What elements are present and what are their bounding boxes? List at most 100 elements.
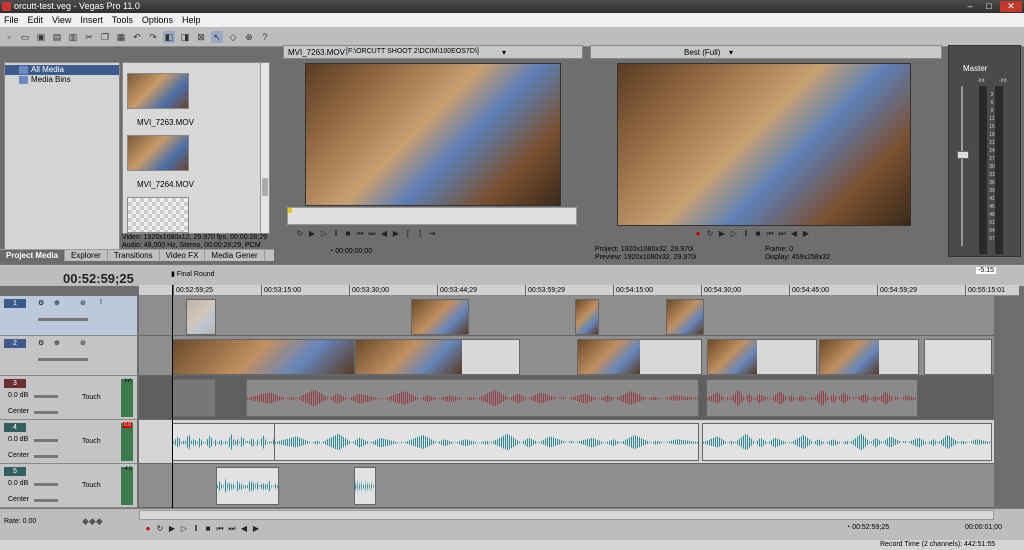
mark-in-icon[interactable]: [: [403, 229, 413, 239]
media-thumbnail[interactable]: [127, 73, 189, 109]
video-clip[interactable]: [666, 299, 704, 335]
video-clip[interactable]: [411, 299, 469, 335]
track-header-4[interactable]: 4 0.0 dB Center Touch 0.0: [0, 420, 137, 464]
menu-view[interactable]: View: [52, 13, 71, 27]
track-header-5[interactable]: 5 0.0 dB Center Touch -4.5: [0, 464, 137, 508]
menu-file[interactable]: File: [4, 13, 19, 27]
media-scrollbar[interactable]: [260, 63, 269, 233]
next-frame-icon[interactable]: ⏭: [367, 229, 377, 239]
tab-video-fx[interactable]: Video FX: [160, 250, 206, 261]
lock-envelopes-icon[interactable]: ⊠: [195, 31, 207, 43]
properties-icon[interactable]: ▤: [51, 31, 63, 43]
audio-clip[interactable]: [172, 423, 280, 461]
track-fx-icon[interactable]: ⚙: [38, 299, 44, 307]
prev-frame-icon[interactable]: ⏮: [355, 229, 365, 239]
track-lane-3[interactable]: [139, 376, 994, 420]
track-lane-4[interactable]: [139, 420, 994, 464]
play-from-start-icon[interactable]: ▶: [167, 524, 177, 534]
stop-icon[interactable]: ■: [343, 229, 353, 239]
audio-clip[interactable]: [354, 467, 376, 505]
prev-frame-icon[interactable]: ◀: [239, 524, 249, 534]
play-icon[interactable]: ▷: [179, 524, 189, 534]
playhead[interactable]: [172, 285, 173, 508]
redo-icon[interactable]: ↷: [147, 31, 159, 43]
menu-insert[interactable]: Insert: [80, 13, 103, 27]
media-thumbnail[interactable]: [127, 135, 189, 171]
loop-icon[interactable]: ↻: [705, 229, 715, 239]
video-clip[interactable]: [186, 299, 216, 335]
stop-icon[interactable]: ■: [203, 524, 213, 534]
minimize-button[interactable]: –: [962, 1, 978, 12]
track-lane-5[interactable]: [139, 464, 994, 508]
menu-options[interactable]: Options: [142, 13, 173, 27]
timeline-scrollbar[interactable]: [139, 510, 994, 520]
video-clip[interactable]: [355, 339, 520, 375]
volume-slider[interactable]: [34, 395, 58, 398]
loop-icon[interactable]: ↻: [295, 229, 305, 239]
tree-item-media-bins[interactable]: Media Bins: [5, 75, 119, 85]
composite-mode-icon[interactable]: ⊕: [54, 339, 60, 347]
video-clip[interactable]: [172, 339, 355, 375]
video-clip[interactable]: [575, 299, 599, 335]
pan-slider[interactable]: [34, 455, 58, 458]
play-icon[interactable]: ▷: [319, 229, 329, 239]
pause-icon[interactable]: ‖: [191, 524, 201, 534]
track-header-1[interactable]: 1 ⚙ ⊕ ⊘ !: [0, 296, 137, 336]
timeline-ruler[interactable]: 00:52:59;25 00:53:15:00 00:53:30;00 00:5…: [139, 285, 1019, 296]
track-header-3[interactable]: 3 0.0 dB Center Touch -Inf.: [0, 376, 137, 420]
zoom-tool-icon[interactable]: ⊕: [243, 31, 255, 43]
tab-transitions[interactable]: Transitions: [108, 250, 160, 261]
volume-slider[interactable]: [34, 439, 58, 442]
render-icon[interactable]: ▥: [67, 31, 79, 43]
stop-icon[interactable]: ■: [753, 229, 763, 239]
menu-help[interactable]: Help: [182, 13, 201, 27]
undo-icon[interactable]: ↶: [131, 31, 143, 43]
track-level-slider[interactable]: [38, 358, 88, 361]
maximize-button[interactable]: □: [981, 1, 997, 12]
menu-tools[interactable]: Tools: [112, 13, 133, 27]
tab-project-media[interactable]: Project Media: [0, 250, 66, 261]
go-end-icon[interactable]: ⏭: [227, 524, 237, 534]
track-lane-1[interactable]: [139, 296, 994, 336]
audio-clip[interactable]: [274, 423, 699, 461]
menu-edit[interactable]: Edit: [28, 13, 44, 27]
trimmer-video[interactable]: [305, 63, 561, 206]
video-clip[interactable]: [707, 339, 817, 375]
composite-mode-icon[interactable]: ⊕: [54, 299, 60, 307]
solo-icon[interactable]: !: [100, 299, 102, 306]
open-icon[interactable]: ▭: [19, 31, 31, 43]
play-from-start-icon[interactable]: ▶: [717, 229, 727, 239]
track-header-2[interactable]: 2 ⚙ ⊕ ⊘: [0, 336, 137, 376]
master-fader[interactable]: [957, 151, 969, 159]
loop-icon[interactable]: ↻: [155, 524, 165, 534]
help-icon[interactable]: ?: [259, 31, 271, 43]
audio-clip[interactable]: [706, 379, 918, 417]
mute-icon[interactable]: ⊘: [80, 339, 86, 347]
mark-out-icon[interactable]: ]: [415, 229, 425, 239]
audio-clip[interactable]: [702, 423, 992, 461]
snap-icon[interactable]: ◧: [163, 30, 175, 43]
video-clip[interactable]: [924, 339, 992, 375]
audio-clip[interactable]: [246, 379, 699, 417]
cut-icon[interactable]: ✂: [83, 31, 95, 43]
close-button[interactable]: ✕: [1000, 1, 1022, 12]
chevron-down-icon[interactable]: ▾: [502, 48, 506, 57]
track-level-slider[interactable]: [38, 318, 88, 321]
pause-icon[interactable]: ‖: [741, 229, 751, 239]
record-icon[interactable]: ●: [143, 524, 153, 534]
envelope-tool-icon[interactable]: ◇: [227, 31, 239, 43]
record-icon[interactable]: ●: [693, 229, 703, 239]
tree-item-all-media[interactable]: All Media: [5, 65, 119, 75]
track-fx-icon[interactable]: ⚙: [38, 339, 44, 347]
pan-slider[interactable]: [34, 499, 58, 502]
play-icon[interactable]: ▶: [307, 229, 317, 239]
pan-slider[interactable]: [34, 411, 58, 414]
rewind-icon[interactable]: ◀: [379, 229, 389, 239]
mute-icon[interactable]: ⊘: [80, 299, 86, 307]
copy-icon[interactable]: ❐: [99, 31, 111, 43]
tab-explorer[interactable]: Explorer: [65, 250, 108, 261]
automation-mode[interactable]: Touch: [82, 394, 101, 401]
media-thumbnail[interactable]: [127, 197, 189, 233]
next-frame-icon[interactable]: ▶: [251, 524, 261, 534]
chevron-down-icon[interactable]: ▾: [729, 48, 733, 57]
